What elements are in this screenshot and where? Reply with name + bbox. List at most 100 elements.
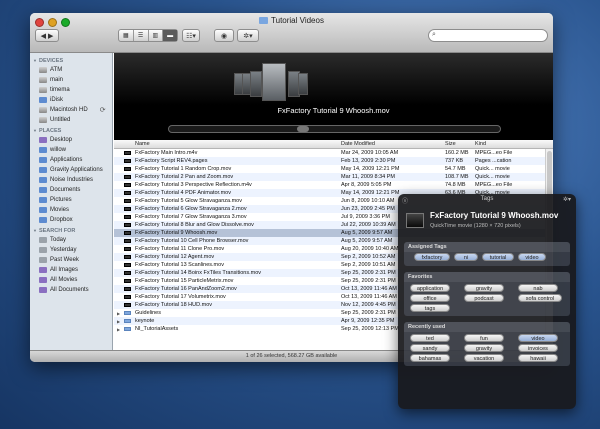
assigned-tag[interactable]: fxfactory bbox=[414, 253, 450, 261]
sidebar-item-label: willow bbox=[50, 147, 67, 153]
cover-flow-thumbnails[interactable] bbox=[234, 61, 314, 101]
file-name: FxFactory Tutorial 11 Clone Pro.mov bbox=[135, 245, 225, 252]
favorite-tag[interactable]: gravity bbox=[464, 284, 504, 292]
disclosure-triangle-icon[interactable]: ▶ bbox=[117, 327, 120, 332]
sidebar-item-place[interactable]: Pictures bbox=[30, 195, 112, 205]
column-name[interactable]: Name bbox=[135, 141, 150, 147]
file-name: FxFactory Tutorial 9 Whoosh.mov bbox=[135, 229, 218, 236]
thumbnail[interactable] bbox=[250, 71, 262, 97]
column-kind[interactable]: Kind bbox=[475, 141, 486, 147]
sidebar-item-device[interactable]: iDisk bbox=[30, 95, 112, 105]
sidebar-item-device[interactable]: Macintosh HD ⟳ bbox=[30, 105, 112, 115]
scrollbar-knob[interactable] bbox=[297, 126, 309, 132]
action-button[interactable]: ✲▾ bbox=[237, 29, 259, 42]
coverflow-view-button[interactable]: ▬ bbox=[163, 30, 177, 41]
favorite-tag[interactable]: tags bbox=[410, 304, 450, 312]
pictures-icon bbox=[39, 197, 47, 203]
disclosure-triangle-icon[interactable]: ▶ bbox=[117, 311, 120, 316]
favorite-tag[interactable]: office bbox=[410, 294, 450, 302]
sidebar-item-device[interactable]: Untitled bbox=[30, 115, 112, 125]
sidebar-item-place[interactable]: Documents bbox=[30, 185, 112, 195]
sidebar-section-search[interactable]: ▼ SEARCH FOR bbox=[30, 225, 112, 235]
sidebar-item-place[interactable]: Movies bbox=[30, 205, 112, 215]
disclosure-triangle-icon[interactable]: ▶ bbox=[117, 319, 120, 324]
sidebar-item-place[interactable]: Gravity Applications bbox=[30, 165, 112, 175]
back-arrow-icon[interactable]: ◀ bbox=[41, 32, 46, 40]
assigned-tag[interactable]: video bbox=[518, 253, 546, 261]
file-row[interactable]: FxFactory Tutorial 2 Pan and Zoom.mov Mar… bbox=[114, 173, 545, 181]
favorite-tag[interactable]: application bbox=[410, 284, 450, 292]
sidebar-section-devices[interactable]: ▼ DEVICES bbox=[30, 55, 112, 65]
sidebar-item-place[interactable]: Applications bbox=[30, 155, 112, 165]
file-name: FxFactory Tutorial 3 Perspective Reflect… bbox=[135, 181, 252, 188]
list-view-button[interactable]: ☰ bbox=[134, 30, 149, 41]
forward-arrow-icon[interactable]: ▶ bbox=[48, 32, 53, 40]
file-icon bbox=[124, 207, 131, 211]
sidebar-item-search[interactable]: Past Week bbox=[30, 255, 112, 265]
cover-flow-scrollbar[interactable] bbox=[168, 125, 501, 133]
sidebar-item-label: ATM bbox=[50, 67, 63, 73]
sidebar-item-place[interactable]: Desktop bbox=[30, 135, 112, 145]
sidebar-item-search[interactable]: Yesterday bbox=[30, 245, 112, 255]
thumbnail[interactable] bbox=[298, 73, 308, 95]
recent-tag[interactable]: sandy bbox=[410, 344, 450, 352]
file-icon bbox=[124, 303, 131, 307]
file-icon bbox=[124, 223, 131, 227]
file-icon bbox=[124, 231, 131, 235]
cover-flow-preview[interactable]: FxFactory Tutorial 9 Whoosh.mov bbox=[114, 53, 553, 140]
file-row[interactable]: FxFactory Main Intro.m4v Mar 24, 2009 10:… bbox=[114, 149, 545, 157]
arrange-button[interactable]: ☷▾ bbox=[182, 29, 200, 42]
sidebar-item-search[interactable]: Today bbox=[30, 235, 112, 245]
favorite-tag[interactable]: nab bbox=[518, 284, 558, 292]
panel-header: Recently used bbox=[404, 322, 570, 332]
favorite-tag[interactable]: podcast bbox=[464, 294, 504, 302]
gear-icon: ✲▾ bbox=[243, 32, 253, 40]
sidebar-item-label: Dropbox bbox=[50, 217, 73, 223]
gear-icon[interactable]: ✲▾ bbox=[563, 196, 571, 203]
sync-icon[interactable]: ⟳ bbox=[100, 106, 106, 114]
search-field[interactable]: ⌕ bbox=[428, 29, 548, 42]
recent-tag[interactable]: invoices bbox=[518, 344, 558, 352]
quick-look-button[interactable]: ◉ bbox=[214, 29, 234, 42]
recent-tag[interactable]: gravity bbox=[464, 344, 504, 352]
recent-tag[interactable]: vacation bbox=[464, 354, 504, 362]
thumbnail-selected[interactable] bbox=[262, 63, 286, 101]
file-row[interactable]: FxFactory Tutorial 1 Random Crop.mov May … bbox=[114, 165, 545, 173]
disk-icon bbox=[39, 77, 47, 83]
file-row[interactable]: FxFactory Tutorial 3 Perspective Reflect… bbox=[114, 181, 545, 189]
clock-icon bbox=[39, 257, 47, 263]
sidebar-item-device[interactable]: timema bbox=[30, 85, 112, 95]
column-date[interactable]: Date Modified bbox=[341, 141, 375, 147]
recent-tag[interactable]: fun bbox=[464, 334, 504, 342]
sidebar-item-label: timema bbox=[50, 87, 70, 93]
file-date: Aug 5, 2009 9:57 AM bbox=[341, 229, 393, 236]
file-name: FxFactory Tutorial 2 Pan and Zoom.mov bbox=[135, 173, 234, 180]
file-date: Mar 11, 2009 8:34 PM bbox=[341, 173, 396, 180]
recent-tag[interactable]: ted bbox=[410, 334, 450, 342]
sidebar-item-place[interactable]: willow bbox=[30, 145, 112, 155]
sidebar-item-search[interactable]: All Movies bbox=[30, 275, 112, 285]
assigned-tag[interactable]: tutorial bbox=[482, 253, 514, 261]
icon-view-button[interactable]: ▦ bbox=[119, 30, 134, 41]
column-view-button[interactable]: ▥ bbox=[149, 30, 164, 41]
back-forward-buttons[interactable]: ◀ ▶ bbox=[35, 29, 59, 42]
recent-tag[interactable]: video bbox=[518, 334, 558, 342]
column-size[interactable]: Size bbox=[445, 141, 456, 147]
assigned-tag[interactable]: ni bbox=[454, 253, 478, 261]
file-kind: Quick... movie bbox=[475, 165, 510, 172]
sidebar-section-places[interactable]: ▼ PLACES bbox=[30, 125, 112, 135]
file-name: FxFactory Tutorial 6 Glow Stravaganza 2.… bbox=[135, 205, 247, 212]
file-icon bbox=[124, 191, 131, 195]
sidebar-item-search[interactable]: All Documents bbox=[30, 285, 112, 295]
file-row[interactable]: FxFactory Script REV4.pages Feb 13, 2009 … bbox=[114, 157, 545, 165]
assigned-tags-panel: Assigned Tags fxfactory ni tutorial vide… bbox=[404, 242, 570, 266]
sidebar-item-search[interactable]: All Images bbox=[30, 265, 112, 275]
sidebar-item-device[interactable]: main bbox=[30, 75, 112, 85]
clock-icon bbox=[39, 237, 47, 243]
recent-tag[interactable]: bahamas bbox=[410, 354, 450, 362]
sidebar-item-place[interactable]: Dropbox bbox=[30, 215, 112, 225]
recent-tag[interactable]: hawaii bbox=[518, 354, 558, 362]
sidebar-item-device[interactable]: ATM bbox=[30, 65, 112, 75]
sidebar-item-place[interactable]: Noise Industries bbox=[30, 175, 112, 185]
favorite-tag[interactable]: sofa control bbox=[518, 294, 562, 302]
